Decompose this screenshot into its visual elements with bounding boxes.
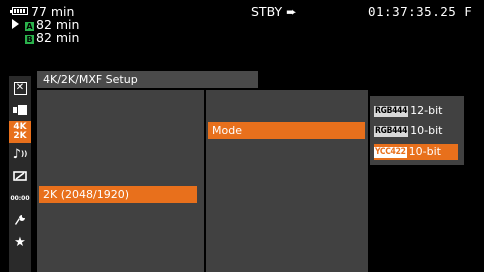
star-icon[interactable]: ★ — [9, 231, 31, 253]
display-icon[interactable] — [9, 165, 31, 187]
slot-b-time: 82 min — [36, 30, 80, 45]
wrench-icon[interactable] — [9, 209, 31, 231]
timecode: 01:37:35.25 F — [368, 4, 473, 19]
option-rgb444-10bit[interactable]: RGB444 10-bit — [374, 123, 442, 139]
play-icon — [12, 19, 19, 29]
menu-title: 4K/2K/MXF Setup — [37, 71, 258, 88]
format-tag: RGB444 — [374, 105, 409, 117]
slot-a-icon: A — [25, 22, 34, 31]
record-mode: STBY — [251, 4, 283, 19]
menu-tab-bar: ✕ 4K 2K ♪)) 00:00 ★ — [9, 76, 31, 272]
option-label: 10-bit — [410, 124, 443, 137]
timecode-icon[interactable]: 00:00 — [9, 187, 31, 209]
format-tag: YCC422 — [374, 146, 407, 158]
camera-icon[interactable] — [9, 99, 31, 121]
option-rgb444-12bit[interactable]: RGB444 12-bit — [374, 103, 442, 119]
close-icon[interactable]: ✕ — [9, 77, 31, 99]
menu-panel-level1 — [37, 90, 204, 272]
format-tag: RGB444 — [374, 125, 409, 137]
audio-icon[interactable]: ♪)) — [9, 143, 31, 165]
slot-b-icon: B — [25, 35, 34, 44]
option-label: 12-bit — [410, 104, 443, 117]
4k-2k-icon[interactable]: 4K 2K — [9, 121, 31, 143]
option-label: 10-bit — [408, 145, 441, 158]
record-mode-status: STBY ➨ — [251, 5, 297, 18]
slot-b-status: B 82 min — [25, 31, 79, 44]
battery-icon — [10, 7, 28, 15]
menu-item-mode[interactable]: Mode — [208, 122, 365, 139]
menu-panel-level2 — [206, 90, 368, 272]
menu-item-2k[interactable]: 2K (2048/1920) — [39, 186, 197, 203]
option-ycc422-10bit[interactable]: YCC422 10-bit — [374, 144, 458, 160]
arrow-right-icon: ➨ — [286, 4, 297, 19]
